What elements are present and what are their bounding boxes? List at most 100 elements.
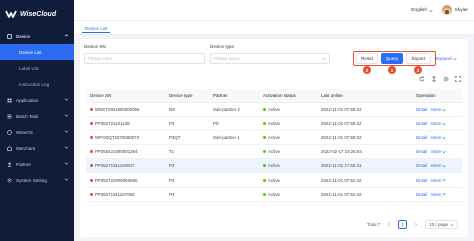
chevron-left-icon — [387, 222, 391, 227]
device-sn-input[interactable]: Please enter — [84, 53, 205, 64]
table-row[interactable]: PP35271911107058 P3 Active 2022-11-01 07:52… — [86, 188, 462, 202]
sidebar-item-wiseos[interactable]: WiseOS — [0, 124, 74, 140]
table-row[interactable]: PP355421080001264 T1 Active 2022-02-17 15:2… — [86, 145, 462, 160]
detail-link[interactable]: Detail — [416, 121, 427, 126]
column-settings-icon[interactable] — [443, 76, 449, 82]
export-button[interactable]: Export — [406, 53, 431, 64]
batch-icon — [7, 114, 12, 118]
density-icon[interactable] — [431, 76, 437, 82]
table-row[interactable]: PP352721101138 P3 Plz Active 2022-11-01 07:5… — [86, 117, 462, 132]
cell-device-sn: WPOSQT2070000073 — [86, 135, 169, 140]
chevron-down-icon — [450, 223, 454, 226]
detail-link[interactable]: Detail — [416, 135, 427, 140]
cell-operation: Detail More — [416, 107, 462, 112]
expand-toggle[interactable]: Expand — [436, 56, 457, 61]
sidebar-item-device[interactable]: Device — [0, 28, 74, 44]
status-text: Active — [268, 177, 280, 183]
next-page-button[interactable] — [412, 220, 420, 229]
page-size-label: 10 / page — [429, 222, 448, 227]
more-menu[interactable]: More — [431, 135, 446, 140]
cell-activation-status: Active — [263, 135, 321, 140]
sidebar-item-label: System Setting — [16, 177, 47, 183]
detail-link[interactable]: Detail — [416, 192, 427, 197]
more-menu[interactable]: More — [431, 178, 446, 183]
sidebar-item-label-list[interactable]: Label List — [0, 60, 74, 76]
chevron-down-icon — [64, 146, 69, 149]
active-dot-icon — [263, 108, 266, 112]
sidebar-item-instruction-log[interactable]: Instruction Log — [0, 76, 74, 92]
table-body: WNETSW1800000066 NS Sub-partner 2 Active 202… — [86, 103, 462, 202]
cell-partner: Sub-partner 1 — [213, 135, 240, 141]
sidebar-item-application[interactable]: Application — [0, 92, 74, 108]
cell-partner: Plz — [213, 121, 220, 127]
sidebar-item-partner[interactable]: Partner — [0, 156, 74, 172]
offline-dot-icon — [90, 136, 93, 140]
detail-link[interactable]: Detail — [416, 163, 427, 168]
page-number-button[interactable]: 1 — [398, 220, 408, 229]
detail-link[interactable]: Detail — [416, 178, 427, 183]
cell-last-online: 2022-11-01 07:50:22 — [321, 107, 362, 113]
step-badge-query: 1 — [388, 66, 396, 74]
refresh-icon[interactable] — [419, 76, 425, 82]
table-row[interactable]: PP352722090062660 P3 Active 2022-11-01 07:5… — [86, 173, 462, 188]
chevron-down-icon — [442, 150, 446, 153]
logo-icon — [5, 10, 17, 18]
chevron-down-icon — [429, 9, 433, 12]
logo: WiseCloud — [5, 8, 56, 20]
device-type-select[interactable]: Please select — [210, 53, 330, 64]
more-menu[interactable]: More — [431, 163, 446, 168]
user-menu[interactable]: Skylar — [441, 5, 468, 15]
partner-icon — [7, 162, 12, 167]
fullscreen-icon[interactable] — [455, 76, 461, 82]
cell-device-type: P3 — [169, 121, 175, 127]
detail-link[interactable]: Detail — [416, 149, 427, 154]
device-icon — [7, 33, 12, 39]
page-size-select[interactable]: 10 / page — [425, 220, 458, 229]
table-row[interactable]: WPOSQT2070000073 P3QT Sub-partner 1 Active 2… — [86, 131, 462, 146]
more-label: More — [431, 135, 442, 141]
chevron-down-icon — [64, 98, 69, 101]
device-sn-text: PP352721101138 — [95, 121, 130, 127]
cell-activation-status: Active — [263, 163, 321, 168]
table-row[interactable]: WNETSW1800000066 NS Sub-partner 2 Active 202… — [86, 103, 462, 118]
reset-button[interactable]: Reset — [356, 53, 378, 64]
more-label: More — [431, 107, 442, 113]
col-operation: Operation — [416, 93, 436, 98]
prev-page-button[interactable] — [385, 220, 393, 229]
cell-device-sn: PP352721101138 — [86, 121, 169, 126]
more-menu[interactable]: More — [431, 192, 446, 197]
device-sn-text: PP355421080001264 — [95, 149, 138, 155]
cell-device-type: P3QT — [169, 135, 181, 141]
table-header: Device SN Device type Partner Activation… — [86, 89, 462, 103]
detail-link[interactable]: Detail — [416, 107, 427, 112]
sidebar-item-merchant[interactable]: Merchant — [0, 140, 74, 156]
cell-device-type: P3 — [169, 163, 175, 169]
cell-activation-status: Active — [263, 107, 321, 112]
sidebar-item-label: Merchant — [16, 145, 36, 151]
language-selector[interactable]: English — [411, 8, 433, 13]
device-type-placeholder: Please select — [214, 56, 240, 61]
cell-device-type: T1 — [169, 149, 175, 155]
active-dot-icon — [263, 150, 266, 154]
table-row[interactable]: PP35271911100847 P3 Active 2022-11-01 17:52… — [86, 159, 462, 174]
more-menu[interactable]: More — [431, 107, 446, 112]
cell-device-sn: PP355421080001264 — [86, 149, 169, 154]
cell-operation: Detail More — [416, 163, 462, 168]
col-activation-status: Activation status — [263, 93, 296, 98]
top-header: English Skylar — [74, 0, 474, 21]
device-table: Device SN Device type Partner Activation… — [86, 89, 462, 202]
more-menu[interactable]: More — [431, 149, 446, 154]
cell-device-type: P3 — [169, 177, 175, 183]
col-device-type: Device type — [169, 93, 193, 98]
chevron-down-icon — [442, 179, 446, 182]
pagination: Total 7 1 10 / page — [367, 220, 458, 229]
sidebar-item-device-list[interactable]: Device List — [0, 44, 74, 60]
col-last-online: Last online — [321, 93, 343, 98]
offline-dot-icon — [90, 178, 93, 182]
more-menu[interactable]: More — [431, 121, 446, 126]
tab-bar: Device List — [74, 21, 474, 35]
sidebar-item-batch-task[interactable]: Batch Task — [0, 108, 74, 124]
query-button[interactable]: Query — [381, 53, 403, 64]
tab-device-list[interactable]: Device List — [82, 24, 111, 33]
sidebar-item-system-setting[interactable]: System Setting — [0, 172, 74, 188]
